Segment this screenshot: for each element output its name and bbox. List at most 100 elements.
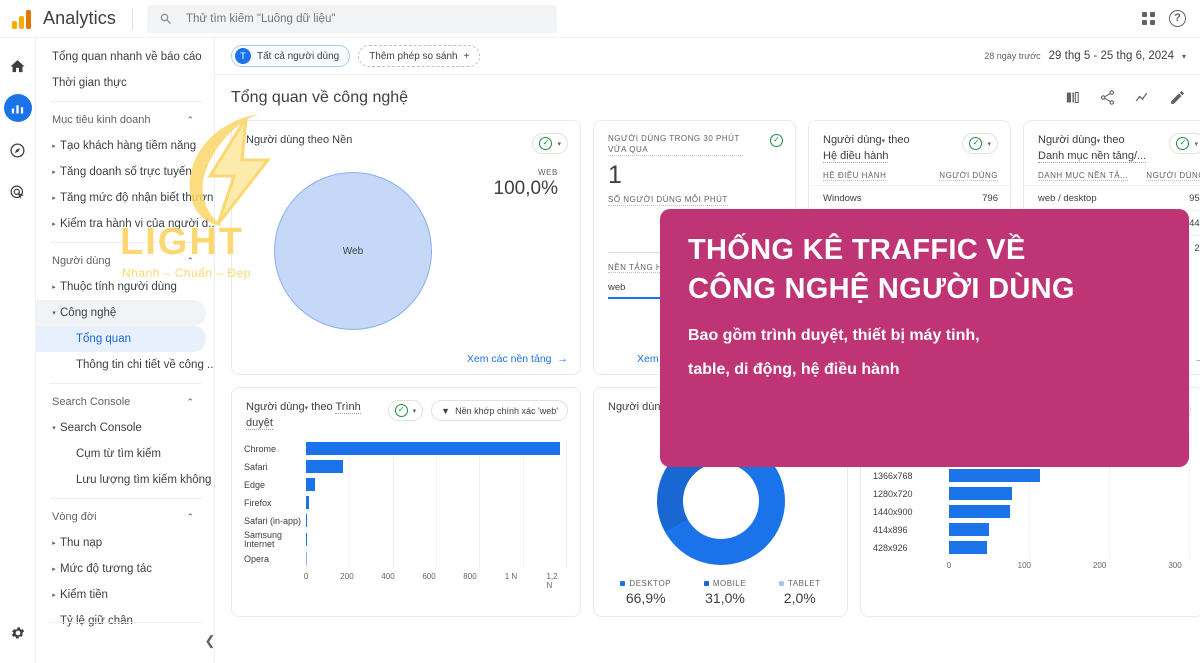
rail-item-settings[interactable]	[4, 619, 32, 647]
chevron-down-icon: ▾	[987, 140, 991, 148]
card-title-metric: Người dùng	[1038, 134, 1097, 146]
plus-icon: +	[463, 50, 470, 62]
axis-tick: 0	[946, 561, 952, 570]
sidebar-item-user-attributes[interactable]: ▸ Thuộc tính người dùng	[36, 274, 206, 300]
column-header-users: NGƯỜI DÙNG	[939, 171, 998, 181]
sidebar-item-tech[interactable]: ▾ Công nghệ	[36, 300, 206, 326]
bar-fill	[306, 478, 315, 491]
icon-rail	[0, 38, 36, 663]
sidebar-item-search-console[interactable]: ▾ Search Console	[36, 415, 206, 441]
rail-item-reports[interactable]	[3, 94, 32, 122]
sidebar-section-search-console[interactable]: Search Console ⌃	[36, 389, 206, 415]
chevron-down-icon: ▾	[412, 407, 417, 415]
card-status-control[interactable]: ✓ ▾	[962, 133, 998, 154]
divider	[50, 101, 202, 102]
browser-filter-chip[interactable]: ▼ Nền khớp chính xác 'web'	[431, 400, 568, 421]
sidebar-item-engagement[interactable]: ▸ Mức độ tương tác	[36, 556, 206, 582]
sidebar-item-label: Tổng quan	[76, 333, 131, 345]
cell-users: 796	[982, 192, 998, 204]
cell-users: 29	[1194, 242, 1200, 254]
card-users-by-platform: Người dùng theo Nền ✓ ▾ Web WEB 100,0% X…	[231, 120, 581, 375]
sidebar-item-monetisation[interactable]: ▸ Kiểm tiền	[36, 582, 206, 608]
top-bar-actions: ?	[1142, 10, 1200, 27]
bar-label: 1440x900	[873, 507, 913, 517]
chevron-up-icon: ⌃	[186, 114, 194, 125]
bar-label: 1366x768	[873, 471, 913, 481]
sidebar-item-label: Tỷ lệ giữ chân	[60, 615, 133, 627]
sidebar-item-tech-overview[interactable]: Tổng quan	[36, 326, 206, 352]
sidebar-section-lifecycle[interactable]: Vòng đời ⌃	[36, 504, 206, 530]
overlay-heading-line1: THỐNG KÊ TRAFFIC VỀ	[688, 234, 1026, 266]
card-status-control[interactable]: ✓ ▾	[1169, 133, 1200, 154]
card-title: Người dùng▾ theo Danh mục nền tảng/...	[1038, 133, 1147, 163]
sidebar-item-label: Kiểm tiền	[60, 589, 108, 601]
help-icon[interactable]: ?	[1169, 10, 1186, 27]
check-circle-icon: ✓	[539, 137, 553, 150]
sidebar-item-queries[interactable]: Cụm từ tìm kiếm	[36, 441, 206, 467]
chevron-right-icon: ▸	[52, 221, 56, 228]
rail-item-advertising[interactable]	[4, 178, 32, 206]
card-users-by-browser: Người dùng▾ theo Trình duyệt ✓ ▾ ▼ Nền k…	[231, 387, 581, 617]
sidebar-item-realtime[interactable]: Thời gian thực	[36, 70, 206, 96]
date-prefix-label: 28 ngày trước	[984, 51, 1041, 61]
audience-chip[interactable]: T Tất cả người dùng	[231, 45, 351, 67]
edit-icon[interactable]	[1169, 89, 1186, 106]
sidebar-item-retention[interactable]: Tỷ lệ giữ chân	[36, 608, 206, 634]
axis-tick: 200	[1092, 561, 1107, 570]
card-status-control[interactable]: ✓ ▾	[532, 133, 568, 154]
share-icon[interactable]	[1099, 89, 1116, 106]
bar-label: 414x896	[873, 525, 908, 535]
legend-item: TABLET 2,0%	[778, 579, 821, 606]
axis-tick: 800	[463, 572, 477, 581]
sidebar-item-tech-details[interactable]: Thông tin chi tiết về công ...	[36, 352, 214, 378]
browser-bar-chart: Chrome Safari Edge Firefox Safari (in-ap…	[232, 430, 580, 590]
advertising-icon	[10, 185, 24, 199]
sidebar-section-label: Mục tiêu kinh doanh	[52, 114, 151, 126]
sidebar-item-reports-snapshot[interactable]: Tổng quan nhanh về báo cáo	[36, 44, 206, 70]
bar-row: Firefox	[244, 494, 566, 512]
sidebar-item-drive-online-sales[interactable]: ▸ Tăng doanh số trực tuyến	[36, 159, 206, 185]
insights-icon[interactable]	[1134, 89, 1151, 106]
brand-title: Analytics	[43, 8, 116, 28]
sidebar-section-business-objectives[interactable]: Mục tiêu kinh doanh ⌃	[36, 107, 206, 133]
sidebar-item-generate-leads[interactable]: ▸ Tạo khách hàng tiềm năng	[36, 133, 206, 159]
add-comparison-label: Thêm phép so sánh	[369, 50, 458, 62]
card-header: Người dùng▾ theo Danh mục nền tảng/... ✓…	[1024, 121, 1200, 163]
card-title-dimension: Danh mục nền tảng/...	[1038, 150, 1147, 163]
chevron-right-icon: ▸	[52, 195, 56, 202]
add-comparison-chip[interactable]: Thêm phép so sánh +	[358, 45, 481, 67]
chevron-right-icon: ▸	[52, 540, 56, 547]
sidebar-item-raise-brand-awareness[interactable]: ▸ Tăng mức độ nhận biết thươn...	[36, 185, 214, 211]
card-status-control[interactable]: ✓ ▾	[387, 400, 424, 421]
table-row: web / desktop 952	[1024, 185, 1200, 210]
divider	[50, 622, 202, 623]
rail-item-explore[interactable]	[4, 136, 32, 164]
page-header: Tổng quan về công nghệ	[215, 74, 1200, 120]
sidebar-item-label: Thu nạp	[60, 537, 103, 549]
check-circle-icon: ✓	[770, 134, 783, 147]
search-input[interactable]	[185, 12, 545, 25]
chevron-up-icon: ⌃	[186, 396, 194, 407]
bar-label: Samsung Internet	[244, 530, 283, 549]
sidebar-item-acquisition[interactable]: ▸ Thu nạp	[36, 530, 206, 556]
sidebar-item-examine-user-behaviour[interactable]: ▸ Kiểm tra hành vi của người d...	[36, 211, 214, 237]
sidebar-item-label: Thuộc tính người dùng	[60, 281, 177, 293]
column-header-dimension: HỆ ĐIỀU HÀNH	[823, 171, 887, 181]
sidebar-section-user[interactable]: Người dùng ⌃	[36, 248, 206, 274]
check-circle-icon: ✓	[1176, 137, 1190, 150]
sidebar-item-label: Lưu lượng tìm kiếm không ...	[76, 474, 215, 486]
sidebar-collapse-button[interactable]: ❮	[196, 627, 214, 655]
date-range-picker[interactable]: 28 ngày trước 29 thg 5 - 25 thg 6, 2024 …	[984, 50, 1186, 62]
compare-icon[interactable]	[1064, 89, 1081, 106]
kpi-value: 100,0%	[493, 178, 558, 199]
bar-label: 1280x720	[873, 489, 913, 499]
legend-label: DESKTOP	[620, 579, 671, 588]
sidebar-item-organic-search-traffic[interactable]: Lưu lượng tìm kiếm không ...	[36, 467, 214, 493]
column-header-dimension: DANH MỤC NỀN TẢ...	[1038, 171, 1129, 181]
divider	[131, 7, 133, 30]
grid-apps-icon[interactable]	[1142, 12, 1155, 25]
axis-tick: 1 N	[504, 572, 518, 581]
view-platforms-link[interactable]: Xem các nền tảng →	[467, 353, 568, 365]
search-box[interactable]	[146, 4, 557, 33]
rail-item-home[interactable]	[4, 52, 32, 80]
